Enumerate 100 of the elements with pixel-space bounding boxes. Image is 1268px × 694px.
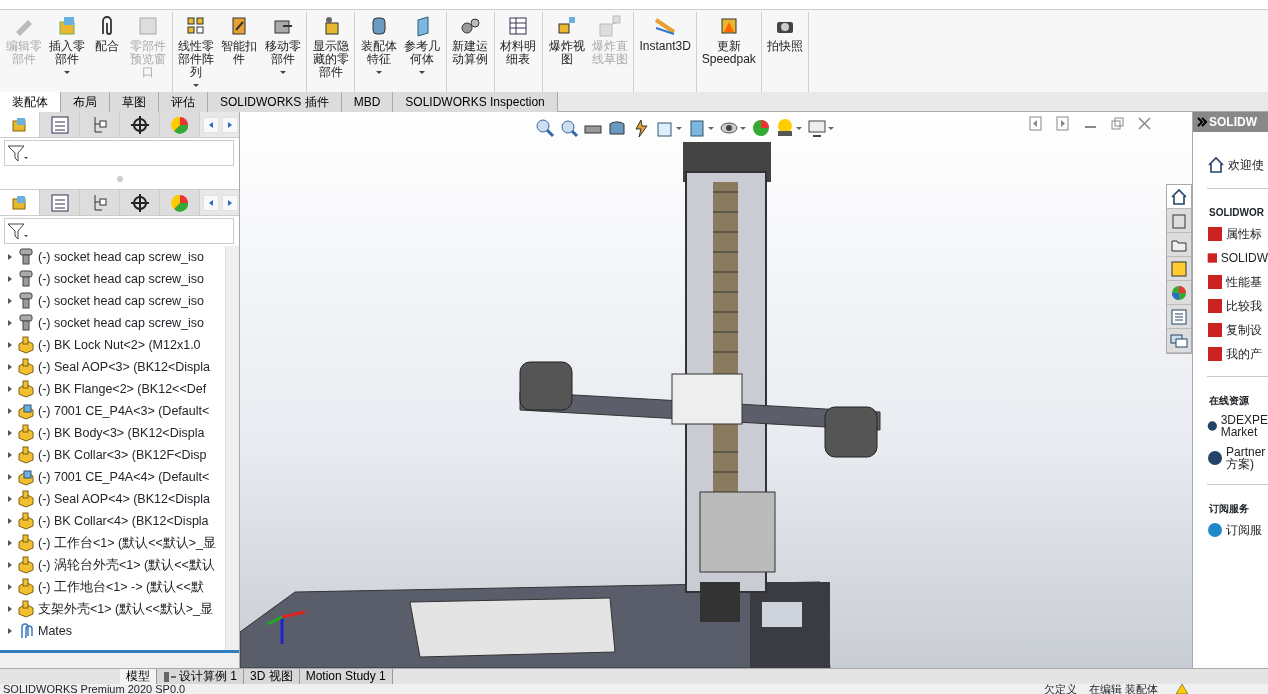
welcome-link[interactable]: 欢迎使: [1193, 132, 1268, 178]
task-pane-link[interactable]: 3DEXPE Market: [1193, 410, 1268, 442]
part-icon: [18, 578, 34, 596]
tree-item[interactable]: (-) 工作地台<1> -> (默认<<默: [0, 576, 225, 598]
part-icon: [18, 402, 34, 420]
ribbon-button[interactable]: 装配体特征: [357, 12, 401, 92]
product-version-text: SOLIDWORKS Premium 2020 SP0.0: [2, 684, 186, 694]
list-icon: [49, 114, 70, 135]
vertical-scrollbar[interactable]: [225, 246, 239, 650]
tree-item[interactable]: (-) 7001 CE_P4A<3> (Default<: [0, 400, 225, 422]
bottom-tab[interactable]: 3D 视图: [244, 669, 300, 684]
horizontal-scrollbar[interactable]: [0, 650, 239, 668]
caret-icon: [827, 124, 835, 132]
tree-item[interactable]: (-) BK Flange<2> (BK12<<Def: [0, 378, 225, 400]
ribbon-button[interactable]: 新建运动算例: [448, 12, 492, 92]
command-tab[interactable]: SOLIDWORKS 插件: [208, 92, 342, 112]
task-pane-link[interactable]: 我的产: [1193, 342, 1268, 366]
scroll-right-button[interactable]: [222, 116, 238, 133]
tree-item[interactable]: (-) socket head cap screw_iso: [0, 290, 225, 312]
task-pane-tab[interactable]: [1167, 185, 1191, 209]
right-arrow-icon: [227, 119, 233, 130]
splitter-handle-icon: [115, 174, 124, 183]
command-tab[interactable]: 评估: [159, 92, 208, 112]
command-tab[interactable]: 布局: [61, 92, 110, 112]
caret-icon: [675, 124, 683, 132]
panel-tab[interactable]: [120, 112, 160, 137]
view-tool-button[interactable]: [535, 118, 555, 138]
tree-item[interactable]: (-) BK Body<3> (BK12<Displa: [0, 422, 225, 444]
crosshair-icon: [129, 192, 150, 213]
command-tab[interactable]: 装配体: [0, 92, 61, 112]
scroll-left-button[interactable]: [203, 116, 219, 133]
ribbon-button[interactable]: 更新Speedpak: [698, 12, 759, 92]
ribbon-button[interactable]: 参考几何体: [400, 12, 444, 92]
ribbon-button[interactable]: 材料明细表: [496, 12, 541, 92]
ribbon-button[interactable]: 插入零部件: [45, 12, 89, 92]
bottom-tab[interactable]: Motion Study 1: [299, 669, 393, 684]
bottom-tab[interactable]: 设计算例 1: [157, 669, 244, 684]
list-icon: [1170, 307, 1188, 326]
view-tool-button[interactable]: [775, 118, 803, 138]
home-icon: [1207, 156, 1225, 174]
display-style-icon: [687, 118, 707, 138]
tree-item[interactable]: (-) 涡轮台外壳<1> (默认<<默认: [0, 554, 225, 576]
previous-pane-icon[interactable]: [1029, 116, 1044, 131]
ribbon-button[interactable]: 爆炸视图: [545, 12, 589, 92]
task-pane-link[interactable]: SOLIDW: [1193, 246, 1268, 270]
part-icon: [18, 600, 34, 618]
ribbon-button[interactable]: 线性零部件阵列: [174, 12, 218, 92]
task-pane-link[interactable]: 复制设: [1193, 318, 1268, 342]
view-tool-button[interactable]: [559, 118, 579, 138]
task-pane-link[interactable]: 性能基: [1193, 270, 1268, 294]
list-icon: [49, 192, 70, 213]
close-icon[interactable]: [1137, 116, 1152, 131]
task-pane-link[interactable]: 属性标: [1193, 222, 1268, 246]
task-pane-link[interactable]: Partner 方案): [1193, 442, 1268, 474]
command-tab[interactable]: SOLIDWORKS Inspection: [393, 92, 558, 112]
tree-item[interactable]: (-) Seal AOP<3> (BK12<Displa: [0, 356, 225, 378]
tree-item[interactable]: (-) BK Collar<3> (BK12F<Disp: [0, 444, 225, 466]
task-pane-heading: SOLIDW: [1209, 114, 1257, 131]
zoom-area-icon: [559, 118, 579, 138]
axis-triad-icon: [267, 610, 306, 644]
caret-icon: [795, 124, 803, 132]
command-tab[interactable]: MBD: [341, 92, 394, 112]
color-wheel-icon: [1170, 283, 1188, 302]
scroll-left-button[interactable]: [203, 194, 219, 211]
view-tool-button[interactable]: [807, 118, 835, 138]
filter-icon: [7, 222, 29, 240]
tree-item[interactable]: (-) 7001 CE_P4A<4> (Default<: [0, 466, 225, 488]
scroll-right-button[interactable]: [222, 194, 238, 211]
restore-icon[interactable]: [1110, 116, 1125, 131]
tree-item[interactable]: (-) 工作台<1> (默认<<默认>_显: [0, 532, 225, 554]
tree-item[interactable]: Mates: [0, 620, 225, 642]
tree-item[interactable]: (-) socket head cap screw_iso: [0, 312, 225, 334]
bottom-tab[interactable]: 模型: [120, 669, 157, 684]
task-pane-link[interactable]: 比较我: [1193, 294, 1268, 318]
task-pane-link[interactable]: 订阅服: [1193, 518, 1268, 542]
tree-item[interactable]: (-) BK Lock Nut<2> (M12x1.0: [0, 334, 225, 356]
tree-item[interactable]: 支架外壳<1> (默认<<默认>_显: [0, 598, 225, 620]
part-icon: [18, 512, 34, 530]
part-icon: [18, 380, 34, 398]
tree-item[interactable]: (-) socket head cap screw_iso: [0, 246, 225, 268]
part-icon: [18, 490, 34, 508]
ribbon-button[interactable]: 显示隐藏的零部件: [309, 12, 353, 92]
part-icon: [18, 556, 34, 574]
ribbon-button[interactable]: 移动零部件: [260, 12, 305, 92]
left-arrow-icon: [208, 197, 214, 208]
part-icon: [18, 534, 34, 552]
tree-item[interactable]: (-) BK Collar<4> (BK12<Displa: [0, 510, 225, 532]
command-tab[interactable]: 草图: [110, 92, 159, 112]
panel-tab[interactable]: [120, 190, 160, 215]
crosshair-icon: [129, 114, 150, 135]
ribbon-button[interactable]: Instant3D: [636, 12, 694, 92]
ribbon-button[interactable]: 配合: [88, 12, 127, 92]
filter-field[interactable]: [4, 140, 234, 166]
tree-item[interactable]: (-) socket head cap screw_iso: [0, 268, 225, 290]
filter-field[interactable]: [4, 218, 234, 244]
next-pane-icon[interactable]: [1056, 116, 1071, 131]
tree-item[interactable]: (-) Seal AOP<4> (BK12<Displa: [0, 488, 225, 510]
ribbon-button[interactable]: 智能扣件: [217, 12, 261, 92]
view-tool-button[interactable]: [607, 118, 627, 138]
ribbon-button[interactable]: 拍快照: [763, 12, 806, 92]
